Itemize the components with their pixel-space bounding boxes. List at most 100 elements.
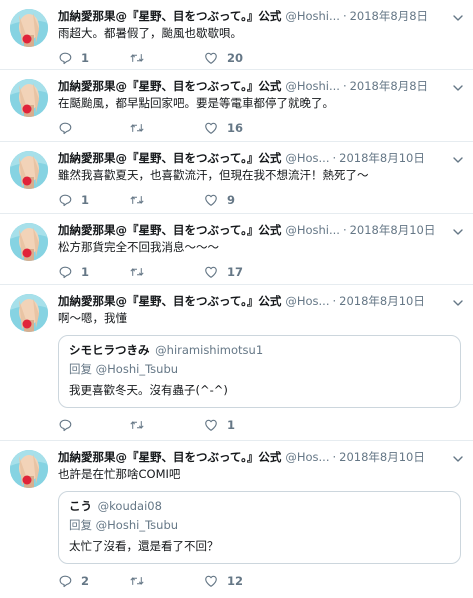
chevron-down-icon[interactable] <box>452 450 464 462</box>
retweet-button[interactable] <box>130 265 202 279</box>
tweet-date[interactable]: 2018年8月10日 <box>339 449 425 465</box>
avatar[interactable] <box>10 79 48 117</box>
quoted-text: 太忙了沒看，還是看了不回？ <box>69 539 219 553</box>
quoted-user-handle: @koudai08 <box>97 499 162 513</box>
tweet-actions: 1 20 <box>58 49 463 67</box>
like-button[interactable]: 20 <box>204 51 276 65</box>
display-name[interactable]: 加納愛那果@『星野、目をつぶって。』公式 <box>58 78 281 94</box>
reply-button[interactable]: 2 <box>58 574 130 588</box>
retweet-icon <box>130 124 144 132</box>
user-handle[interactable]: @Hos... <box>285 151 329 165</box>
tweet[interactable]: 加納愛那果@『星野、目をつぶって。』公式 @Hoshi... · 2018年8月… <box>0 214 473 285</box>
chevron-down-icon[interactable] <box>452 294 464 306</box>
like-icon <box>205 266 217 278</box>
reply-count: 1 <box>81 193 90 207</box>
reply-to-handle: @Hoshi_Tsubu <box>95 518 179 532</box>
retweet-button[interactable] <box>130 193 202 207</box>
like-button[interactable]: 9 <box>204 193 276 207</box>
user-handle[interactable]: @Hos... <box>285 294 329 308</box>
retweet-button[interactable] <box>130 574 202 588</box>
like-icon <box>205 122 217 134</box>
reply-button[interactable]: 1 <box>58 265 130 279</box>
reply-button[interactable] <box>58 121 130 135</box>
reply-prefix: 回复 <box>69 362 92 376</box>
tweet[interactable]: 加納愛那果@『星野、目をつぶって。』公式 @Hos... · 2018年8月10… <box>0 142 473 214</box>
like-count: 16 <box>227 121 244 135</box>
reply-button[interactable]: 1 <box>58 193 130 207</box>
separator-dot: · <box>332 449 337 464</box>
user-handle[interactable]: @Hoshi... <box>285 79 340 93</box>
like-count: 20 <box>227 51 244 65</box>
like-button[interactable]: 17 <box>204 265 276 279</box>
chevron-down-icon[interactable] <box>452 151 464 163</box>
separator-dot: · <box>342 222 347 237</box>
display-name[interactable]: 加納愛那果@『星野、目をつぶって。』公式 <box>58 293 281 309</box>
separator-dot: · <box>342 8 347 23</box>
like-button[interactable]: 1 <box>204 418 276 432</box>
avatar[interactable] <box>10 151 48 189</box>
user-handle[interactable]: @Hos... <box>285 450 329 464</box>
tweet-text: 雖然我喜歡夏天，也喜歡流汗，但現在我不想流汗！熱死了～ <box>58 168 369 182</box>
retweet-button[interactable] <box>130 51 202 65</box>
chevron-down-icon[interactable] <box>452 223 464 235</box>
reply-icon <box>59 575 72 588</box>
avatar[interactable] <box>10 9 48 47</box>
reply-icon <box>59 194 72 207</box>
quoted-tweet[interactable]: こう @koudai08 回复 @Hoshi_Tsubu 太忙了沒看，還是看了不… <box>58 491 461 564</box>
retweet-icon <box>130 421 144 429</box>
tweet-text: 在颳颱風，都早點回家吧。要是等電車都停了就晚了。 <box>58 96 334 110</box>
user-handle[interactable]: @Hoshi... <box>285 223 340 237</box>
chevron-down-icon[interactable] <box>452 9 464 21</box>
tweet-actions: 1 <box>58 416 463 434</box>
tweet[interactable]: 加納愛那果@『星野、目をつぶって。』公式 @Hos... · 2018年8月10… <box>0 285 473 441</box>
tweet-date[interactable]: 2018年8月8日 <box>350 78 428 94</box>
reply-count: 1 <box>81 265 90 279</box>
tweet-actions: 1 9 <box>58 191 463 209</box>
tweet-actions: 2 12 <box>58 572 463 590</box>
tweet-date[interactable]: 2018年8月10日 <box>350 222 436 238</box>
separator-dot: · <box>342 78 347 93</box>
retweet-icon <box>130 54 144 62</box>
like-count: 12 <box>227 574 244 588</box>
retweet-button[interactable] <box>130 418 202 432</box>
tweet[interactable]: 加納愛那果@『星野、目をつぶって。』公式 @Hoshi... · 2018年8月… <box>0 0 473 70</box>
tweet[interactable]: 加納愛那果@『星野、目をつぶって。』公式 @Hos... · 2018年8月10… <box>0 441 473 598</box>
like-icon <box>205 419 217 431</box>
tweet[interactable]: 加納愛那果@『星野、目をつぶって。』公式 @Hoshi... · 2018年8月… <box>0 70 473 142</box>
chevron-down-icon[interactable] <box>452 79 464 91</box>
quoted-text: 我更喜歡冬天。沒有蟲子(^-^) <box>69 383 228 397</box>
tweet-text: 啊～嗯，我懂 <box>58 311 127 325</box>
display-name[interactable]: 加納愛那果@『星野、目をつぶって。』公式 <box>58 150 281 166</box>
tweet-actions: 16 <box>58 119 463 137</box>
quoted-tweet[interactable]: シモヒラつきみ @hiramishimotsu1 回复 @Hoshi_Tsubu… <box>58 335 461 408</box>
tweet-text: 雨超大。都暑假了，颱風也歇歇唄。 <box>58 26 242 40</box>
separator-dot: · <box>332 293 337 308</box>
reply-prefix: 回复 <box>69 518 92 532</box>
tweet-date[interactable]: 2018年8月8日 <box>350 8 428 24</box>
tweet-date[interactable]: 2018年8月10日 <box>339 293 425 309</box>
avatar[interactable] <box>10 450 48 488</box>
user-handle[interactable]: @Hoshi... <box>285 9 340 23</box>
tweet-date[interactable]: 2018年8月10日 <box>339 150 425 166</box>
avatar[interactable] <box>10 294 48 332</box>
avatar[interactable] <box>10 223 48 261</box>
like-button[interactable]: 16 <box>204 121 276 135</box>
quoted-display-name: シモヒラつきみ <box>69 343 150 357</box>
retweet-icon <box>130 268 144 276</box>
quoted-display-name: こう <box>69 499 92 513</box>
quoted-user-handle: @hiramishimotsu1 <box>155 343 264 357</box>
reply-button[interactable] <box>58 418 130 432</box>
display-name[interactable]: 加納愛那果@『星野、目をつぶって。』公式 <box>58 222 281 238</box>
reply-icon <box>59 52 72 65</box>
display-name[interactable]: 加納愛那果@『星野、目をつぶって。』公式 <box>58 449 281 465</box>
like-icon <box>205 575 217 587</box>
quoted-reply-context: 回复 @Hoshi_Tsubu <box>69 517 450 534</box>
retweet-button[interactable] <box>130 121 202 135</box>
like-count: 1 <box>227 418 236 432</box>
like-button[interactable]: 12 <box>204 574 276 588</box>
display-name[interactable]: 加納愛那果@『星野、目をつぶって。』公式 <box>58 8 281 24</box>
tweet-text: 松方那貨完全不回我消息～～～ <box>58 240 219 254</box>
reply-icon <box>59 419 72 432</box>
reply-button[interactable]: 1 <box>58 51 130 65</box>
reply-count: 1 <box>81 51 90 65</box>
